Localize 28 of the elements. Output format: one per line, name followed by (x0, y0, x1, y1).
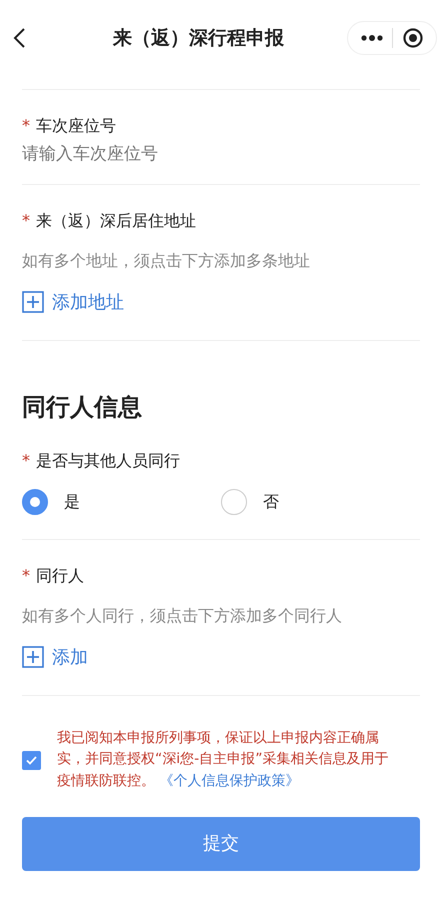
field-label: 来（返）深后居住地址 (36, 210, 196, 232)
field-label: 车次座位号 (36, 115, 116, 137)
add-button[interactable]: 添加地址 (22, 288, 124, 316)
required-mark: * (22, 564, 30, 586)
radio-button[interactable] (221, 488, 247, 514)
page-title: 来（返）深行程申报 (112, 26, 284, 51)
back-icon[interactable] (12, 27, 26, 49)
more-icon[interactable] (360, 35, 383, 41)
check-icon (26, 756, 37, 765)
policy-link[interactable]: 《个人信息保护政策》 (159, 772, 300, 789)
plus-icon (22, 291, 44, 313)
hint-text: 如有多个地址，须点击下方添加多条地址 (22, 250, 311, 272)
option-label: 是 (64, 490, 80, 512)
hint-text: 如有多个人同行，须点击下方添加多个同行人 (22, 604, 343, 626)
add-button[interactable]: 添加 (22, 644, 88, 670)
option-label: 否 (263, 490, 279, 512)
radio-button[interactable] (22, 488, 48, 514)
section-title: 同行人信息 (22, 392, 143, 422)
checkbox[interactable] (22, 750, 41, 770)
required-mark: * (22, 450, 30, 472)
agreement-text: 我已阅知本申报所列事项，保证以上申报内容正确属实，并同意授权“深i您-自主申报”采集相关信息及用于疫情联防联控。 《个人信息保护政策》 (57, 728, 390, 791)
plus-icon (22, 646, 44, 668)
required-mark: * (22, 210, 30, 232)
required-mark: * (22, 115, 30, 137)
field-label: 是否与其他人员同行 (36, 450, 180, 472)
submit-button[interactable]: 提交 (22, 816, 420, 871)
close-icon[interactable] (403, 28, 424, 48)
field-label: 同行人 (36, 564, 84, 586)
